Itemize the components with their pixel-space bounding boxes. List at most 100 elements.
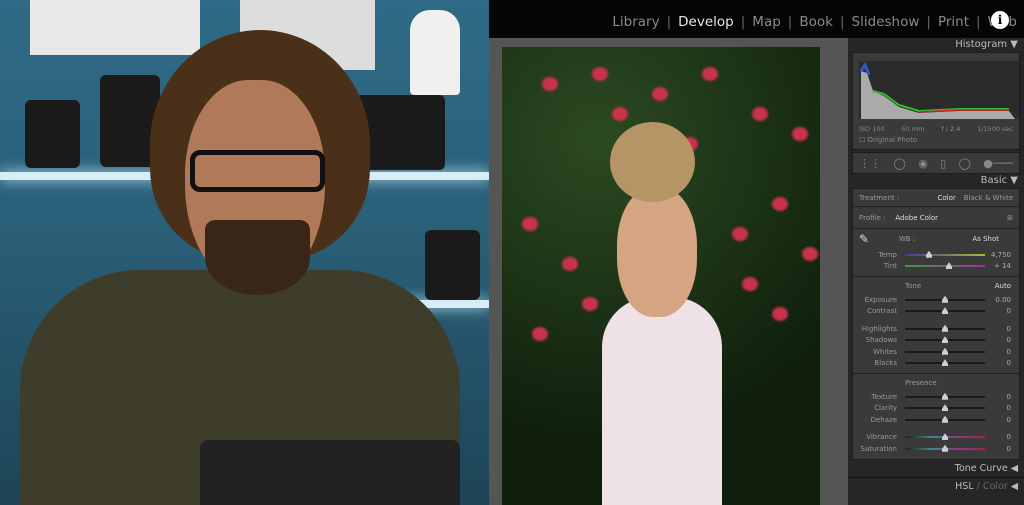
- iso-value: ISO 100: [859, 125, 885, 133]
- flower: [592, 67, 608, 81]
- slider-track[interactable]: [905, 295, 985, 303]
- slider-value[interactable]: 0: [989, 359, 1019, 367]
- slider-handle[interactable]: [946, 262, 952, 270]
- auto-button[interactable]: Auto: [995, 282, 1011, 290]
- laptop: [200, 440, 460, 505]
- wb-select[interactable]: As Shot: [972, 235, 999, 243]
- redeye-icon[interactable]: ◉: [918, 157, 928, 170]
- wall-frame: [30, 0, 200, 55]
- slider-value[interactable]: 0: [989, 336, 1019, 344]
- flower: [802, 247, 818, 261]
- slider-handle[interactable]: [942, 336, 948, 344]
- slider-handle[interactable]: [926, 250, 932, 258]
- slider-track[interactable]: [905, 347, 985, 355]
- slider-value[interactable]: 0: [989, 404, 1019, 412]
- slider-vibrance[interactable]: Vibrance 0: [853, 432, 1019, 444]
- slider-track[interactable]: [905, 392, 985, 400]
- slider-exposure[interactable]: Exposure 0.00: [853, 294, 1019, 306]
- slider-texture[interactable]: Texture 0: [853, 391, 1019, 403]
- slider-label: Whites: [872, 347, 897, 356]
- slider-value[interactable]: 0: [989, 325, 1019, 333]
- flower: [612, 107, 628, 121]
- slider-value[interactable]: 4,750: [989, 251, 1019, 259]
- graduated-filter-icon[interactable]: ▯: [940, 157, 946, 170]
- histogram-graph: [859, 61, 1019, 119]
- model-face: [617, 187, 697, 317]
- slider-label: Shadows: [865, 336, 897, 345]
- slider-handle[interactable]: [942, 324, 948, 332]
- slider-whites[interactable]: Whites 0: [853, 346, 1019, 358]
- hsl-header[interactable]: HSL / Color ◀: [848, 478, 1024, 495]
- model-hair: [610, 122, 695, 202]
- photo-preview[interactable]: [502, 47, 820, 505]
- slider-handle[interactable]: [942, 444, 948, 452]
- eyedropper-icon[interactable]: ✎: [859, 232, 899, 246]
- treatment-color-button[interactable]: Color: [938, 194, 956, 202]
- brush-slider-icon[interactable]: ●───: [983, 157, 1012, 170]
- slider-label: Blacks: [874, 359, 897, 368]
- crop-icon[interactable]: ⋮⋮: [859, 157, 881, 170]
- slider-value[interactable]: 0: [989, 393, 1019, 401]
- treatment-bw-button[interactable]: Black & White: [964, 194, 1013, 202]
- basic-header[interactable]: Basic ▼: [848, 174, 1024, 188]
- histogram-title: Histogram: [955, 39, 1008, 50]
- slider-handle[interactable]: [942, 295, 948, 303]
- slider-value[interactable]: 0: [989, 416, 1019, 424]
- slider-clarity[interactable]: Clarity 0: [853, 403, 1019, 415]
- slider-shadows[interactable]: Shadows 0: [853, 335, 1019, 347]
- slider-dehaze[interactable]: Dehaze 0: [853, 414, 1019, 426]
- slider-track[interactable]: [905, 250, 985, 258]
- module-map[interactable]: Map: [745, 14, 788, 30]
- slider-value[interactable]: 0: [989, 307, 1019, 315]
- flower: [542, 77, 558, 91]
- slider-blacks[interactable]: Blacks 0: [853, 358, 1019, 370]
- slider-track[interactable]: [905, 307, 985, 315]
- hsl-title: HSL: [955, 481, 974, 492]
- profile-browser-icon[interactable]: ⊞: [1007, 214, 1013, 222]
- basic-title: Basic: [980, 175, 1008, 186]
- histogram-header[interactable]: Histogram ▼: [848, 38, 1024, 52]
- module-slideshow[interactable]: Slideshow: [845, 14, 927, 30]
- spot-removal-icon[interactable]: ◯: [894, 157, 906, 170]
- tone-curve-header[interactable]: Tone Curve ◀: [848, 460, 1024, 478]
- slider-track[interactable]: [905, 262, 985, 270]
- slider-value[interactable]: + 14: [989, 262, 1019, 270]
- radial-filter-icon[interactable]: ◯: [959, 157, 971, 170]
- slider-label: Tint: [883, 262, 897, 271]
- original-photo-checkbox[interactable]: ☐ Original Photo: [859, 136, 917, 144]
- slider-handle[interactable]: [942, 392, 948, 400]
- module-print[interactable]: Print: [931, 14, 976, 30]
- slider-track[interactable]: [905, 324, 985, 332]
- slider-track[interactable]: [905, 415, 985, 423]
- slider-handle[interactable]: [942, 415, 948, 423]
- slider-tint[interactable]: Tint + 14: [853, 261, 1019, 273]
- profile-select[interactable]: Adobe Color: [895, 214, 1007, 222]
- slider-value[interactable]: 0.00: [989, 296, 1019, 304]
- slider-track[interactable]: [905, 336, 985, 344]
- slider-handle[interactable]: [942, 433, 948, 441]
- slider-saturation[interactable]: Saturation 0: [853, 443, 1019, 455]
- slider-highlights[interactable]: Highlights 0: [853, 323, 1019, 335]
- flower: [772, 307, 788, 321]
- flower: [752, 107, 768, 121]
- slider-contrast[interactable]: Contrast 0: [853, 306, 1019, 318]
- slider-handle[interactable]: [942, 404, 948, 412]
- lightroom-window: Library | Develop | Map | Book | Slideshow | Print…: [489, 0, 1024, 505]
- slider-value[interactable]: 0: [989, 433, 1019, 441]
- module-book[interactable]: Book: [792, 14, 840, 30]
- module-library[interactable]: Library: [605, 14, 666, 30]
- info-icon[interactable]: i: [991, 11, 1009, 29]
- module-bar: Library | Develop | Map | Book | Slideshow | Print…: [489, 0, 1024, 38]
- module-develop[interactable]: Develop: [671, 14, 741, 30]
- slider-handle[interactable]: [942, 359, 948, 367]
- slider-track[interactable]: [905, 433, 985, 441]
- slider-track[interactable]: [905, 444, 985, 452]
- slider-label: Highlights: [861, 324, 897, 333]
- slider-value[interactable]: 0: [989, 348, 1019, 356]
- slider-handle[interactable]: [942, 307, 948, 315]
- slider-track[interactable]: [905, 359, 985, 367]
- slider-track[interactable]: [905, 404, 985, 412]
- slider-temp[interactable]: Temp 4,750: [853, 249, 1019, 261]
- slider-value[interactable]: 0: [989, 445, 1019, 453]
- slider-handle[interactable]: [942, 347, 948, 355]
